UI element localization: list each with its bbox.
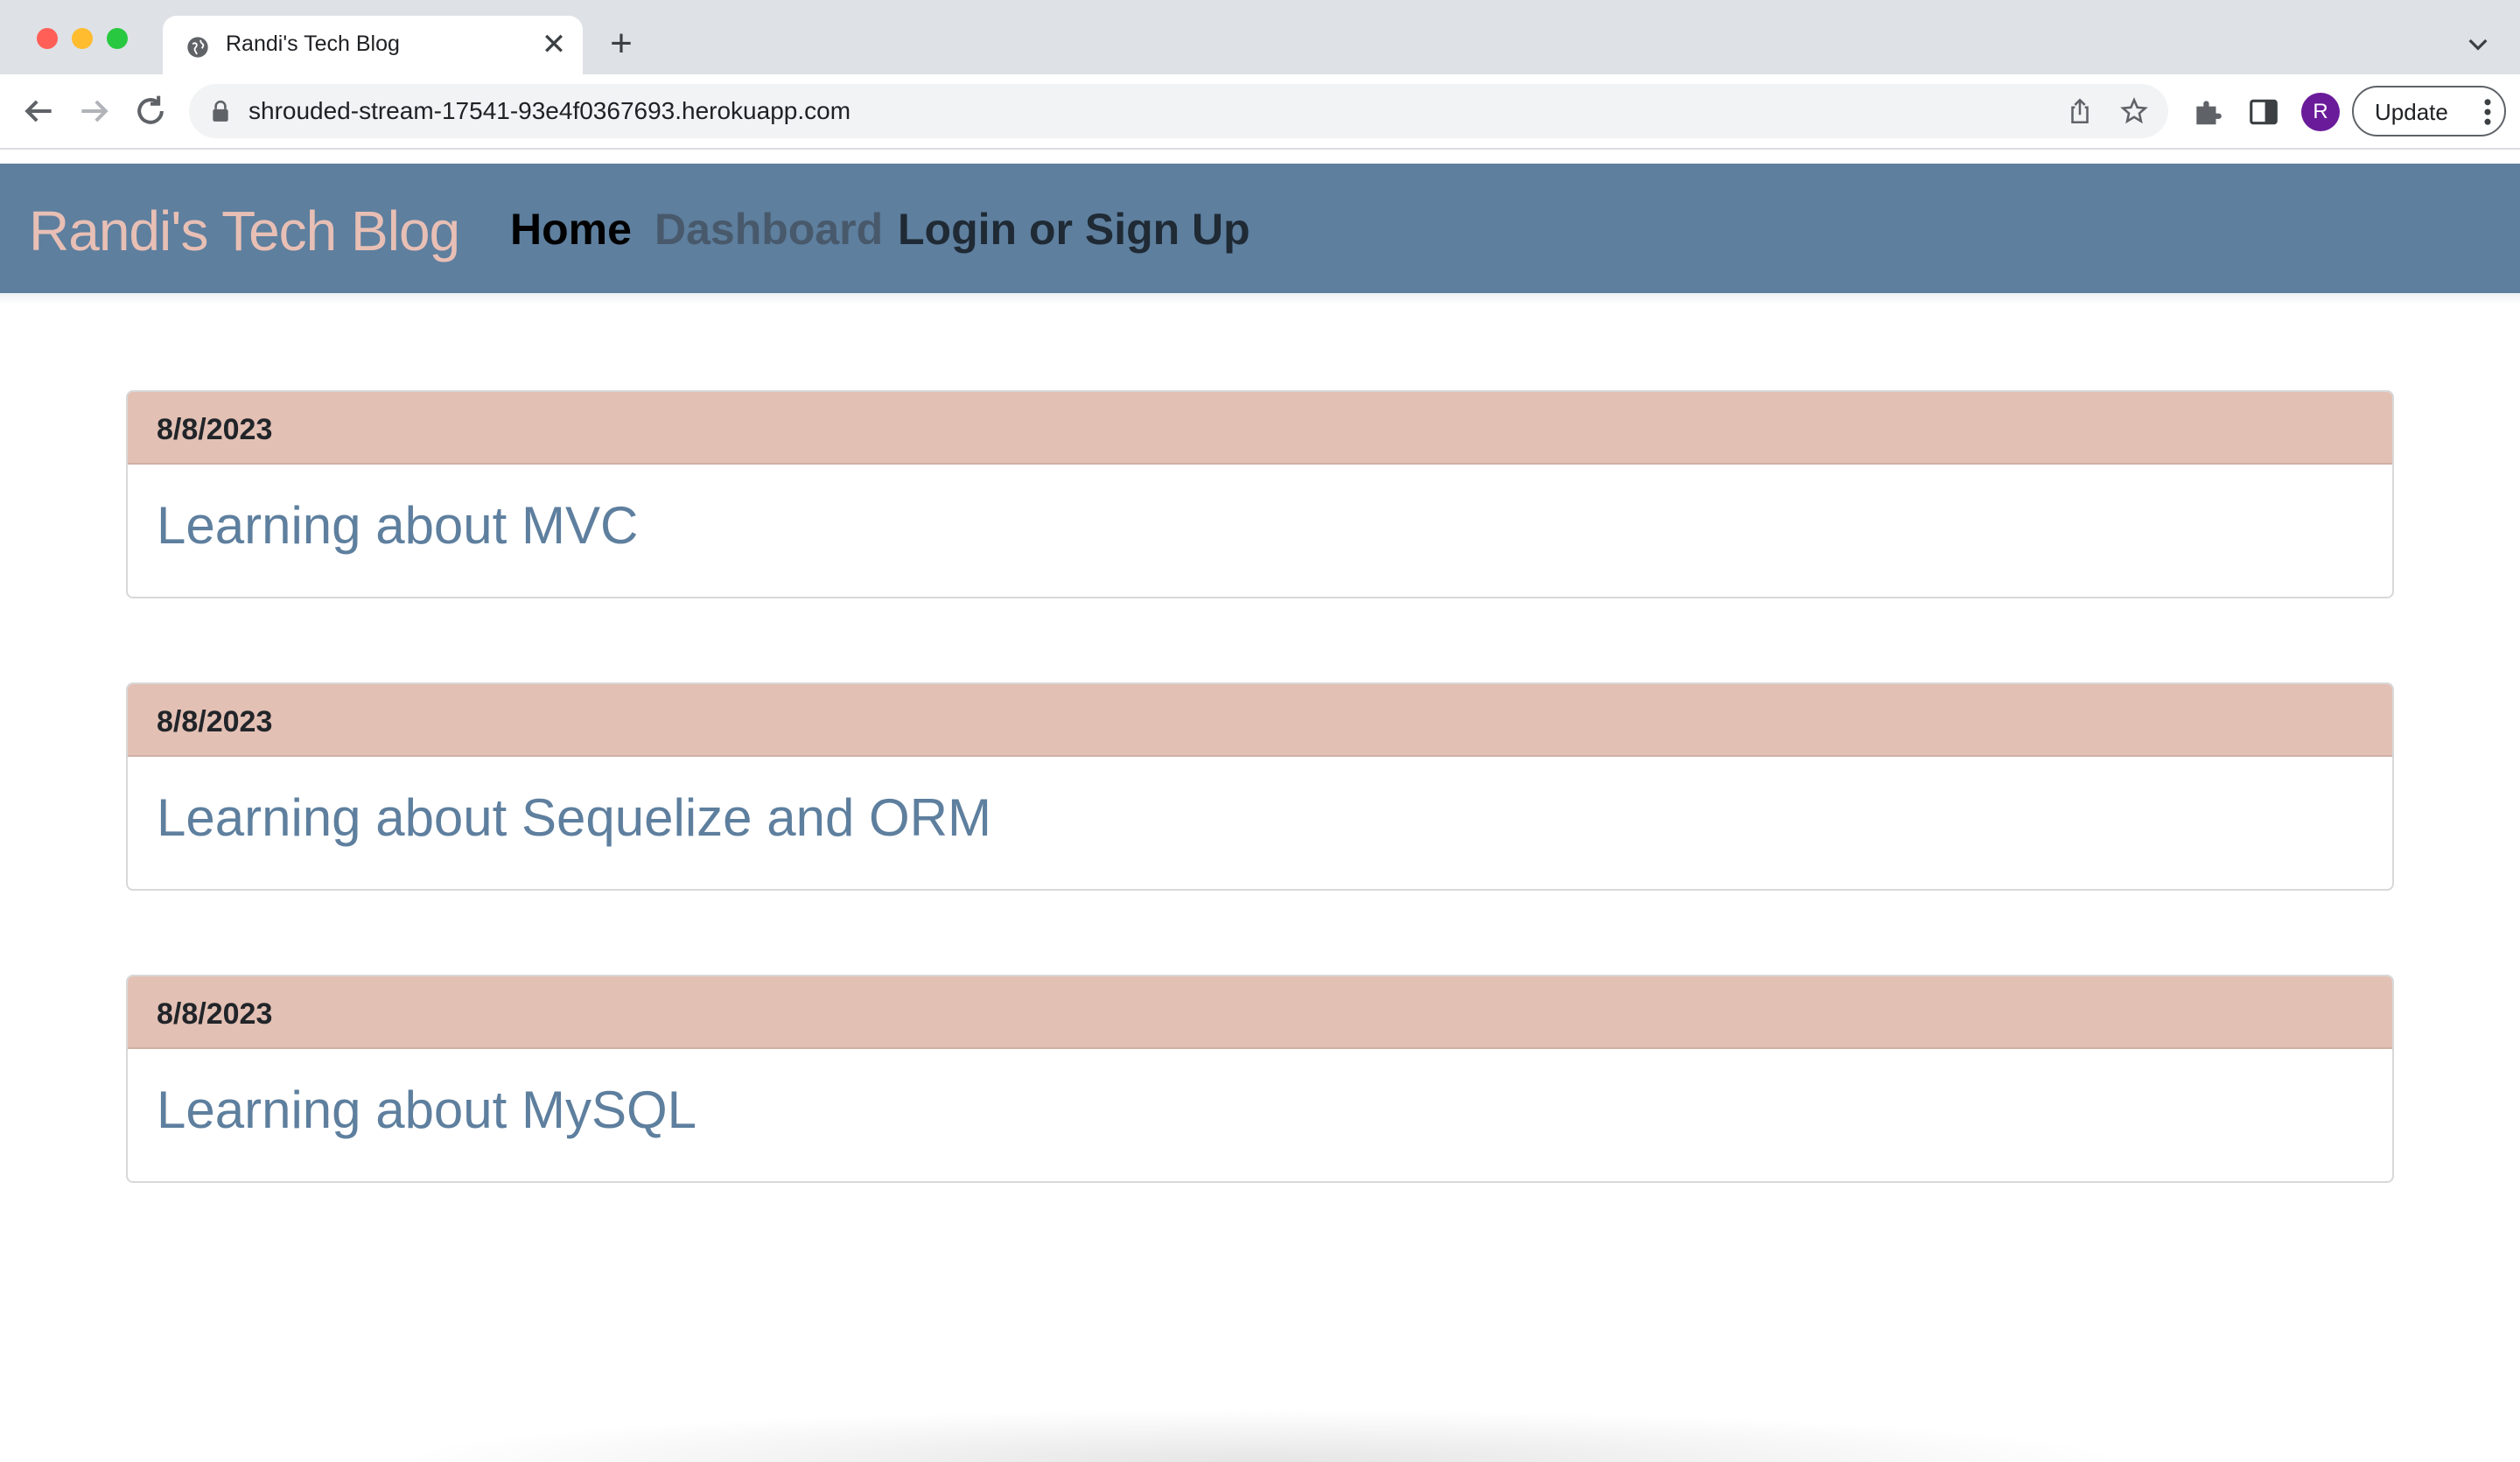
reload-icon[interactable] [131,92,170,130]
update-label: Update [2375,99,2448,125]
lock-icon[interactable] [210,100,231,122]
chevron-down-icon[interactable] [2464,30,2492,58]
post-title-link[interactable]: Learning about Sequelize and ORM [157,787,991,848]
bookmark-star-icon[interactable] [2119,96,2149,126]
tab-close-icon[interactable]: ✕ [539,30,569,59]
post-card-header: 8/8/2023 [128,684,2392,757]
forward-arrow-icon[interactable] [75,92,114,130]
address-bar[interactable]: shrouded-stream-17541-93e4f0367693.herok… [189,84,2168,138]
post-date: 8/8/2023 [157,997,273,1031]
browser-tab-bar: Randi's Tech Blog ✕ + [0,0,2520,74]
share-icon[interactable] [2065,96,2095,126]
site-brand[interactable]: Randi's Tech Blog [29,199,460,263]
url-text[interactable]: shrouded-stream-17541-93e4f0367693.herok… [248,97,850,125]
update-button[interactable]: Update [2352,86,2506,136]
browser-tab[interactable]: Randi's Tech Blog ✕ [163,16,583,74]
more-vertical-icon [2484,99,2491,125]
minimize-window-button[interactable] [72,28,93,49]
header-divider [0,293,2520,305]
new-tab-button[interactable]: + [604,24,639,63]
post-date: 8/8/2023 [157,705,273,738]
side-panel-icon[interactable] [2247,95,2280,129]
post-card-header: 8/8/2023 [128,392,2392,465]
post-card[interactable]: 8/8/2023 Learning about Sequelize and OR… [126,682,2394,891]
maximize-window-button[interactable] [107,28,128,49]
globe-icon [187,37,208,58]
post-title-link[interactable]: Learning about MVC [157,495,638,556]
nav-home-link[interactable]: Home [510,204,632,255]
close-window-button[interactable] [37,28,58,49]
back-arrow-icon[interactable] [19,92,58,130]
post-date: 8/8/2023 [157,413,273,446]
extensions-puzzle-icon[interactable] [2191,95,2224,129]
post-card[interactable]: 8/8/2023 Learning about MySQL [126,975,2394,1183]
nav-dashboard-link[interactable]: Dashboard [654,204,883,255]
footer-shadow [385,1409,2135,1462]
profile-avatar[interactable]: R [2301,93,2340,131]
browser-toolbar: shrouded-stream-17541-93e4f0367693.herok… [0,74,2520,150]
nav-login-link[interactable]: Login or Sign Up [898,204,1250,255]
tab-title: Randi's Tech Blog [226,31,400,56]
site-header: Randi's Tech Blog Home Dashboard Login o… [0,164,2520,293]
post-card[interactable]: 8/8/2023 Learning about MVC [126,390,2394,598]
post-title-link[interactable]: Learning about MySQL [157,1080,696,1140]
post-card-header: 8/8/2023 [128,976,2392,1049]
